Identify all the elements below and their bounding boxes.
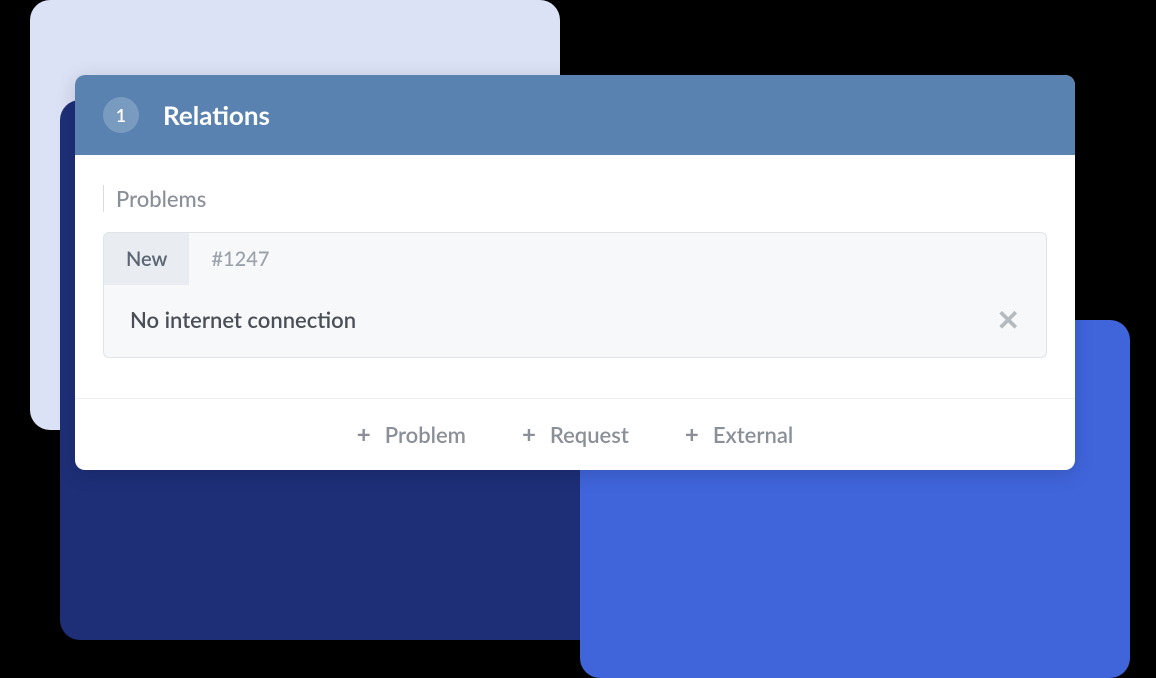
add-external-label: External — [713, 421, 793, 448]
panel-title: Relations — [163, 99, 270, 131]
item-title: No internet connection — [130, 306, 356, 333]
add-problem-label: Problem — [385, 421, 466, 448]
add-problem-button[interactable]: + Problem — [357, 421, 466, 448]
plus-icon: + — [685, 423, 699, 447]
panel-header: 1 Relations — [75, 75, 1075, 155]
close-icon[interactable]: ✕ — [997, 305, 1020, 333]
section-label: Problems — [103, 185, 1047, 212]
count-badge: 1 — [103, 97, 139, 133]
item-id: #1247 — [189, 233, 291, 285]
panel-body: Problems New #1247 No internet connectio… — [75, 155, 1075, 358]
panel-footer: + Problem + Request + External — [75, 398, 1075, 470]
relations-panel: 1 Relations Problems New #1247 No intern… — [75, 75, 1075, 470]
add-external-button[interactable]: + External — [685, 421, 793, 448]
item-card-head: New #1247 — [104, 233, 1046, 285]
count-value: 1 — [116, 104, 126, 126]
add-request-button[interactable]: + Request — [522, 421, 629, 448]
plus-icon: + — [522, 423, 536, 447]
plus-icon: + — [357, 423, 371, 447]
item-card-body: No internet connection ✕ — [104, 285, 1046, 357]
problem-item[interactable]: New #1247 No internet connection ✕ — [103, 232, 1047, 358]
add-request-label: Request — [550, 421, 629, 448]
item-status-badge: New — [104, 233, 189, 285]
